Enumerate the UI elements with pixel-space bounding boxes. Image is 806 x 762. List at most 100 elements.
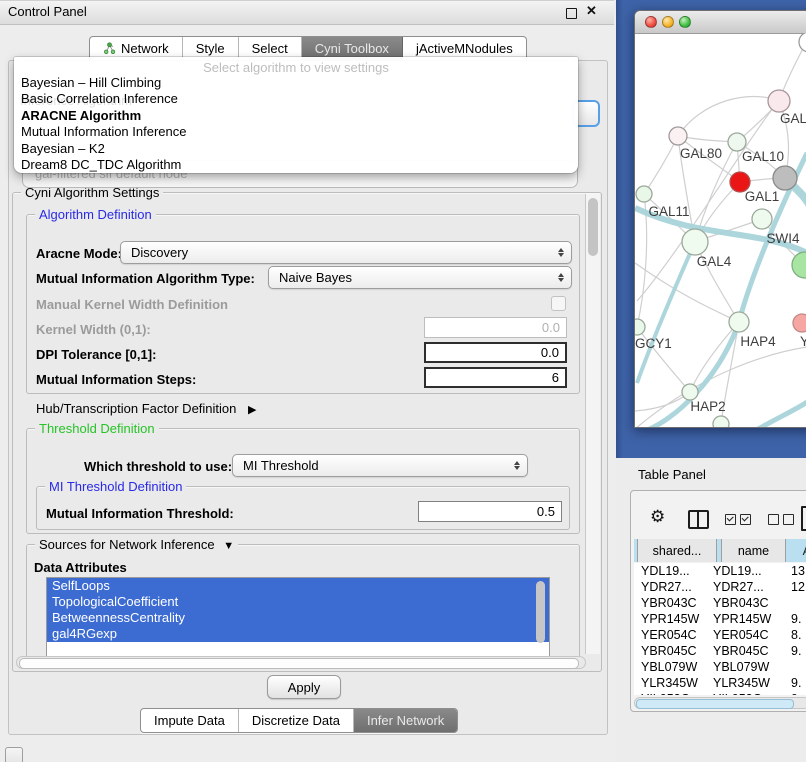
data-attribute-item[interactable]: BetweennessCentrality bbox=[47, 610, 549, 626]
which-threshold-combo[interactable]: MI Threshold bbox=[232, 454, 528, 477]
node-label: GCY1 bbox=[635, 336, 672, 351]
algorithm-option[interactable]: Bayesian – K2 bbox=[17, 141, 575, 157]
columns-icon[interactable] bbox=[688, 510, 709, 529]
table-row[interactable]: YBL079WYBL079W bbox=[634, 659, 806, 675]
aracne-mode-combo[interactable]: Discovery bbox=[120, 241, 572, 264]
table-body[interactable]: YDL19...YDL19...13YDR27...YDR27...12YBR0… bbox=[634, 563, 806, 695]
algorithm-option[interactable]: Dream8 DC_TDC Algorithm bbox=[17, 157, 575, 173]
network-node[interactable] bbox=[773, 166, 797, 190]
table-cell: YBR045C bbox=[713, 643, 769, 659]
network-node-gal11[interactable] bbox=[636, 186, 652, 202]
tab-infer-network[interactable]: Infer Network bbox=[354, 709, 457, 732]
tab-label: Cyni Toolbox bbox=[315, 41, 389, 56]
node-label: HAP4 bbox=[740, 334, 776, 349]
expand-right-icon[interactable]: ▶ bbox=[248, 404, 256, 416]
network-node-gcy1[interactable] bbox=[635, 319, 645, 335]
network-node-hap4[interactable] bbox=[729, 312, 749, 332]
table-row[interactable]: YLR345WYLR345W9. bbox=[634, 675, 806, 691]
scrollbar-thumb[interactable] bbox=[636, 699, 794, 709]
manual-kernel-width-checkbox[interactable] bbox=[551, 296, 566, 311]
table-cell: 9. bbox=[791, 643, 801, 659]
table-cell: YER054C bbox=[641, 627, 697, 643]
kernel-width-field[interactable]: 0.0 bbox=[424, 317, 567, 338]
tab-impute-data[interactable]: Impute Data bbox=[141, 709, 239, 732]
collapse-down-icon[interactable]: ▼ bbox=[223, 540, 234, 552]
tab-discretize-data[interactable]: Discretize Data bbox=[239, 709, 354, 732]
table-panel-title: Table Panel bbox=[638, 467, 706, 482]
column-header-partial[interactable]: A bbox=[786, 539, 806, 562]
group-title: Threshold Definition bbox=[35, 421, 159, 436]
table-row[interactable]: YBR045CYBR045C9. bbox=[634, 643, 806, 659]
scrollbar-thumb[interactable] bbox=[588, 198, 598, 256]
settings-vertical-scrollbar[interactable] bbox=[585, 194, 600, 654]
unchecked-checkbox-icon[interactable] bbox=[783, 514, 794, 525]
screen: Control Panel ✕ Network Style Select Cyn… bbox=[0, 0, 806, 762]
data-attribute-item[interactable]: TopologicalCoefficient bbox=[47, 594, 549, 610]
network-node-y[interactable] bbox=[793, 314, 806, 332]
zoom-traffic-light[interactable] bbox=[679, 16, 691, 28]
algorithm-option[interactable]: Basic Correlation Inference bbox=[17, 91, 575, 107]
network-node-hap2[interactable] bbox=[682, 384, 698, 400]
close-traffic-light[interactable] bbox=[645, 16, 657, 28]
minimize-traffic-light[interactable] bbox=[662, 16, 674, 28]
node-label: GAL1 bbox=[745, 189, 780, 204]
data-attribute-item[interactable]: gal4RGexp bbox=[47, 626, 549, 642]
algorithm-popup-list: Bayesian – Hill ClimbingBasic Correlatio… bbox=[17, 75, 575, 173]
algorithm-option[interactable]: ARACNE Algorithm bbox=[17, 108, 575, 124]
column-header-name[interactable]: name bbox=[721, 539, 786, 562]
network-node[interactable] bbox=[799, 33, 806, 52]
dpi-tolerance-field[interactable]: 0.0 bbox=[424, 342, 567, 363]
kernel-width-label: Kernel Width (0,1): bbox=[36, 322, 151, 337]
unchecked-checkbox-icon[interactable] bbox=[768, 514, 779, 525]
network-node-gal[interactable] bbox=[768, 90, 790, 112]
mi-threshold-field[interactable]: 0.5 bbox=[418, 501, 562, 522]
float-window-icon[interactable] bbox=[566, 8, 577, 19]
table-cell: YPR145W bbox=[641, 611, 699, 627]
table-horizontal-scrollbar[interactable] bbox=[634, 697, 806, 709]
data-attributes-list[interactable]: SelfLoopsTopologicalCoefficientBetweenne… bbox=[46, 577, 550, 657]
apply-button[interactable]: Apply bbox=[267, 675, 341, 699]
node-label: SWI4 bbox=[766, 231, 799, 246]
document-icon[interactable] bbox=[801, 506, 806, 531]
hub-definition-expander[interactable]: Hub/Transcription Factor Definition ▶ bbox=[36, 401, 256, 416]
algorithm-option[interactable]: Mutual Information Inference bbox=[17, 124, 575, 140]
algorithm-popup: Select algorithm to view settings Infere… bbox=[14, 57, 578, 173]
network-node-gal4[interactable] bbox=[682, 229, 708, 255]
table-cell: YIL052C bbox=[641, 691, 690, 695]
table-row[interactable]: YIL052CYIL052C9. bbox=[634, 691, 806, 695]
table-row[interactable]: YPR145W YPR145W 9. bbox=[634, 611, 806, 627]
checked-checkbox-icon[interactable] bbox=[740, 514, 751, 525]
table-row[interactable]: YDR27...YDR27...12 bbox=[634, 579, 806, 595]
node-label: GAL10 bbox=[742, 149, 784, 164]
network-window-titlebar[interactable] bbox=[635, 11, 806, 34]
column-header-shared[interactable]: shared... bbox=[637, 539, 717, 562]
checked-checkbox-icon[interactable] bbox=[725, 514, 736, 525]
settings-horizontal-scrollbar[interactable] bbox=[16, 656, 586, 669]
desktop-background: GALGAL80GAL10GAL1GAL11SWI4GAL4HAP4YGCY1H… bbox=[616, 0, 806, 458]
scrollbar-thumb[interactable] bbox=[19, 658, 579, 669]
network-icon bbox=[103, 42, 116, 55]
table-row[interactable]: YBR043CYBR043C bbox=[634, 595, 806, 611]
network-node-swi4[interactable] bbox=[752, 209, 772, 229]
network-view-window[interactable]: GALGAL80GAL10GAL1GAL11SWI4GAL4HAP4YGCY1H… bbox=[634, 10, 806, 428]
table-cell: YIL052C bbox=[713, 691, 762, 695]
table-row[interactable]: YDL19...YDL19...13 bbox=[634, 563, 806, 579]
control-panel-title: Control Panel bbox=[8, 4, 87, 19]
mi-algorithm-type-combo[interactable]: Naive Bayes bbox=[268, 266, 572, 289]
network-node[interactable] bbox=[713, 416, 729, 427]
close-icon[interactable]: ✕ bbox=[586, 3, 597, 19]
table-cell: 9. bbox=[791, 611, 801, 627]
list-scrollbar-thumb[interactable] bbox=[536, 581, 545, 643]
mi-steps-field[interactable]: 6 bbox=[424, 367, 567, 388]
gear-icon[interactable]: ⚙ bbox=[650, 508, 665, 525]
data-attribute-item[interactable]: SelfLoops bbox=[47, 578, 549, 594]
table-cell: YBL079W bbox=[641, 659, 697, 675]
node-label: GAL80 bbox=[680, 146, 722, 161]
dpi-tolerance-label: DPI Tolerance [0,1]: bbox=[36, 347, 156, 362]
table-row[interactable]: YER054CYER054C8. bbox=[634, 627, 806, 643]
network-node-gal80[interactable] bbox=[669, 127, 687, 145]
minimized-panel-icon[interactable] bbox=[5, 747, 23, 762]
algorithm-option[interactable]: Bayesian – Hill Climbing bbox=[17, 75, 575, 91]
network-canvas[interactable]: GALGAL80GAL10GAL1GAL11SWI4GAL4HAP4YGCY1H… bbox=[635, 33, 806, 427]
table-cell: YPR145W bbox=[713, 611, 771, 627]
